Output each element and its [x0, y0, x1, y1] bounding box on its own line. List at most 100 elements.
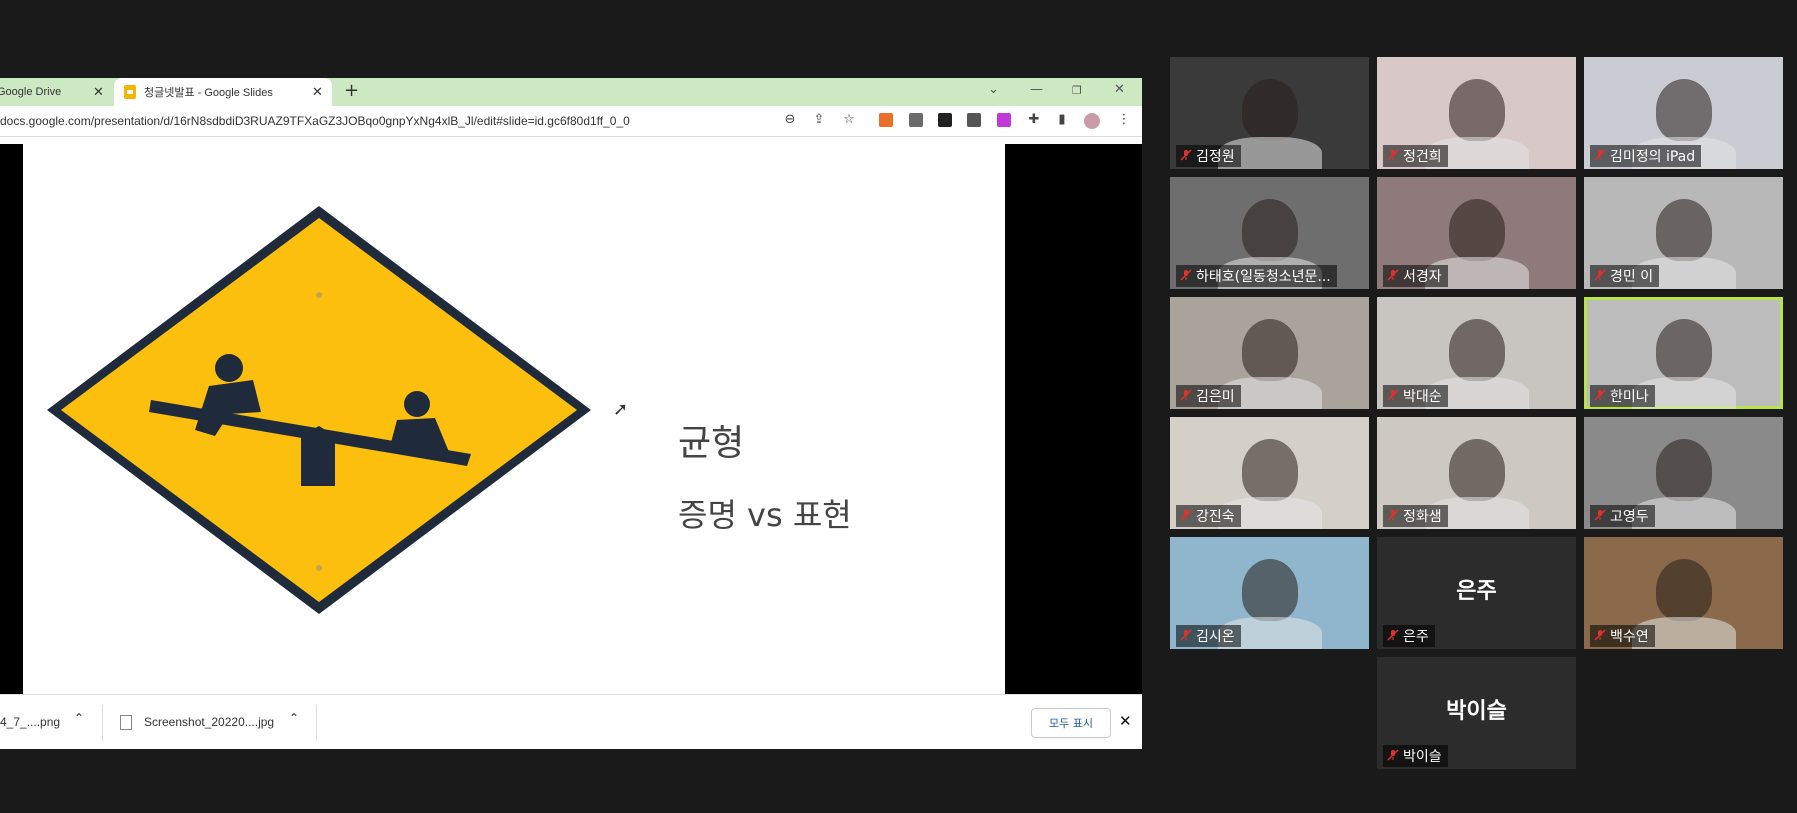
extension-icon[interactable] — [967, 113, 981, 127]
participant-video — [1656, 559, 1712, 621]
participant-tile[interactable]: 김미정의 iPad — [1584, 57, 1783, 169]
participant-name: 정건희 — [1383, 145, 1448, 167]
star-icon[interactable]: ☆ — [841, 112, 857, 128]
participant-tile[interactable]: 고영두 — [1584, 417, 1783, 529]
tab-google-drive[interactable]: Google Drive ✕ — [0, 78, 110, 106]
extension-icon[interactable] — [909, 113, 923, 127]
extension-icon[interactable] — [879, 113, 893, 127]
url-text[interactable]: docs.google.com/presentation/d/16rN8sdbd… — [0, 114, 630, 128]
restore-icon[interactable]: ❐ — [1072, 84, 1082, 97]
participant-name: 경민 이 — [1590, 265, 1660, 287]
muted-mic-icon — [1180, 389, 1192, 401]
presentation-slide: 균형 증명 vs 표현 ➚ — [23, 144, 1005, 694]
participant-video — [1242, 559, 1298, 621]
mouse-cursor-icon: ➚ — [613, 399, 629, 420]
participant-name: 김은미 — [1176, 385, 1241, 407]
tab-strip: Google Drive ✕ 청글넷발표 - Google Slides ✕ +… — [0, 78, 1142, 106]
muted-mic-icon — [1387, 269, 1399, 281]
zoom-icon[interactable]: ⊖ — [782, 112, 798, 128]
muted-mic-icon — [1180, 509, 1192, 521]
participant-video — [1449, 439, 1505, 501]
download-item-png[interactable]: 4_7_....png — [0, 715, 60, 729]
muted-mic-icon — [1594, 149, 1606, 161]
participant-video — [1449, 319, 1505, 381]
puzzle-icon[interactable]: ✚ — [1026, 112, 1042, 128]
participant-tile[interactable]: 김시온 — [1170, 537, 1369, 649]
more-menu-icon[interactable]: ⋮ — [1116, 112, 1132, 128]
participant-video — [1242, 439, 1298, 501]
extension-icon[interactable] — [997, 113, 1011, 127]
muted-mic-icon — [1387, 509, 1399, 521]
minimize-icon[interactable]: — — [1030, 82, 1043, 97]
participant-tile[interactable]: 은주 은주 — [1377, 537, 1576, 649]
download-item-jpg[interactable]: Screenshot_20220....jpg — [144, 715, 274, 729]
divider — [316, 705, 317, 741]
muted-mic-icon — [1387, 389, 1399, 401]
slide-title: 균형 — [678, 423, 745, 464]
participant-name: 은주 — [1383, 625, 1435, 647]
muted-mic-icon — [1180, 149, 1192, 161]
show-all-button[interactable]: 모두 표시 — [1031, 708, 1111, 738]
share-icon[interactable]: ⇪ — [811, 112, 827, 128]
participant-name: 한미나 — [1590, 385, 1655, 407]
participant-video — [1242, 199, 1298, 261]
chevron-down-icon[interactable]: ⌄ — [988, 82, 999, 97]
participant-tile[interactable]: 박대순 — [1377, 297, 1576, 409]
close-download-bar-icon[interactable]: ✕ — [1119, 712, 1132, 730]
participant-name: 백수연 — [1590, 625, 1655, 647]
participant-name: 강진숙 — [1176, 505, 1241, 527]
participant-name: 정화샘 — [1383, 505, 1448, 527]
participant-tile[interactable]: 박이슬 박이슬 — [1377, 657, 1576, 769]
tab-label: Google Drive — [0, 86, 62, 98]
participant-video — [1656, 79, 1712, 141]
participant-tile[interactable]: 정건희 — [1377, 57, 1576, 169]
muted-mic-icon — [1594, 269, 1606, 281]
participant-tile[interactable]: 정화샘 — [1377, 417, 1576, 529]
muted-mic-icon — [1387, 149, 1399, 161]
participant-name: 고영두 — [1590, 505, 1655, 527]
profile-avatar[interactable] — [1084, 113, 1100, 129]
new-tab-button[interactable]: + — [344, 80, 359, 101]
sidepanel-icon[interactable]: ▮ — [1054, 112, 1070, 128]
close-tab-icon[interactable]: ✕ — [312, 84, 323, 100]
muted-mic-icon — [1594, 389, 1606, 401]
participant-tile[interactable]: 하태호(일동청소년문... — [1170, 177, 1369, 289]
muted-mic-icon — [1180, 629, 1192, 641]
muted-mic-icon — [1180, 269, 1192, 281]
close-tab-icon[interactable]: ✕ — [93, 84, 104, 100]
participant-tile[interactable]: 한미나 — [1584, 297, 1783, 409]
participant-tile[interactable]: 김은미 — [1170, 297, 1369, 409]
muted-mic-icon — [1387, 629, 1399, 641]
participant-video — [1449, 199, 1505, 261]
participant-tile[interactable]: 백수연 — [1584, 537, 1783, 649]
participant-video — [1656, 439, 1712, 501]
participant-name: 서경자 — [1383, 265, 1448, 287]
letterbox-right — [1005, 144, 1142, 694]
muted-mic-icon — [1594, 509, 1606, 521]
participant-tile[interactable]: 강진숙 — [1170, 417, 1369, 529]
chevron-up-icon[interactable]: ⌃ — [74, 711, 84, 725]
divider — [102, 705, 103, 741]
file-icon — [120, 715, 132, 730]
muted-mic-icon — [1387, 749, 1399, 761]
participant-name: 김정원 — [1176, 145, 1241, 167]
participant-name: 박대순 — [1383, 385, 1448, 407]
participant-video — [1242, 79, 1298, 141]
letterbox-left — [0, 144, 23, 694]
muted-mic-icon — [1594, 629, 1606, 641]
participant-video — [1656, 199, 1712, 261]
chevron-up-icon[interactable]: ⌃ — [289, 711, 299, 725]
download-bar: 4_7_....png ⌃ Screenshot_20220....jpg ⌃ … — [0, 694, 1142, 749]
address-bar[interactable]: docs.google.com/presentation/d/16rN8sdbd… — [0, 106, 1142, 137]
close-window-icon[interactable]: ✕ — [1114, 82, 1125, 97]
participant-name: 하태호(일동청소년문... — [1176, 265, 1337, 287]
tab-google-slides[interactable]: 청글넷발표 - Google Slides ✕ — [114, 78, 332, 106]
shared-screen-browser: Google Drive ✕ 청글넷발표 - Google Slides ✕ +… — [0, 78, 1142, 749]
slides-icon — [124, 85, 136, 99]
seesaw-sign-image — [47, 206, 591, 614]
notion-icon[interactable] — [938, 113, 952, 127]
participant-tile[interactable]: 김정원 — [1170, 57, 1369, 169]
participant-video — [1242, 319, 1298, 381]
participant-tile[interactable]: 서경자 — [1377, 177, 1576, 289]
participant-tile[interactable]: 경민 이 — [1584, 177, 1783, 289]
